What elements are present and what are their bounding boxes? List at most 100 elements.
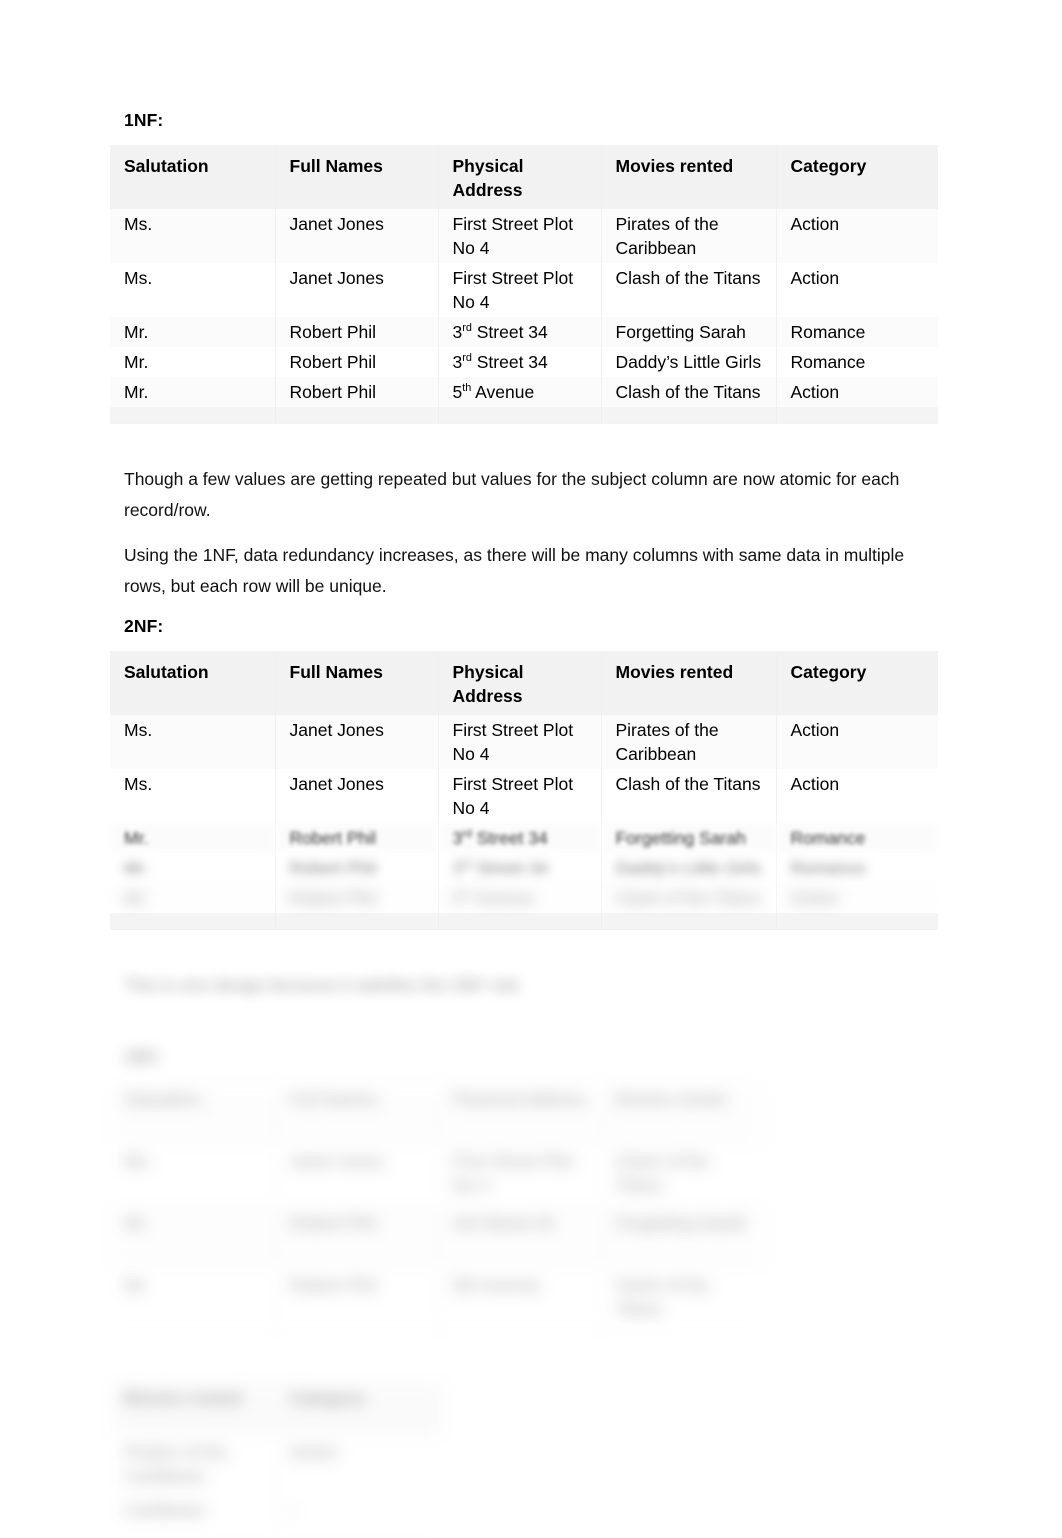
table-row: Caribbean -	[110, 1493, 445, 1538]
address-number: 3	[452, 858, 463, 878]
column-header-physical-address: Physical Address	[438, 651, 602, 715]
address-number: 5	[452, 382, 463, 402]
address-street: Street 34	[471, 858, 548, 878]
cell-salutation: Mr.	[110, 853, 276, 883]
cell-col-4: Clash of the Titans	[601, 1268, 768, 1331]
address-street: Avenue	[471, 888, 535, 908]
cell-movies-rented: Forgetting Sarah	[601, 317, 777, 347]
cell-physical-address: First Street Plot No 4	[438, 769, 602, 823]
document-page: 1NF: Salutation Full Names Physical Addr…	[0, 0, 1062, 1538]
column-header-physical-address: Physical Address	[438, 145, 602, 209]
column-header-category: Category	[275, 1381, 445, 1435]
cell-category: Romance	[776, 853, 938, 883]
address-line-1: First Street Plot	[452, 774, 574, 794]
address-ordinal-suffix: rd	[462, 858, 472, 871]
table-category-obscured: Movies rented Category Pirates of the Ca…	[110, 1381, 445, 1538]
paragraph-atomic-values: Though a few values are getting repeated…	[124, 469, 900, 520]
document-content: 1NF: Salutation Full Names Physical Addr…	[110, 110, 940, 1538]
cell-category: Action	[776, 769, 938, 823]
column-header-category: Category	[776, 145, 938, 209]
cell-col-3: Physical Address	[438, 1082, 602, 1144]
cell-movies-rented: Daddy’s Little Girls	[601, 853, 777, 883]
table-header-row: Movies rented Category	[110, 1381, 445, 1435]
cell-movies-rented: Pirates of the Caribbean	[601, 209, 777, 263]
table-header-row: Salutation Full Names Physical Address M…	[110, 651, 938, 715]
cell-category: Romance	[776, 823, 938, 853]
table-row: Pirates of the Caribbean Action	[110, 1435, 445, 1493]
address-ordinal-suffix: rd	[462, 828, 472, 841]
heading-3nf-obscured: 3NF:	[124, 1047, 164, 1067]
cell-salutation: Ms.	[110, 769, 276, 823]
cell-movies-rented: Clash of the Titans	[601, 769, 777, 823]
cell-col-3: 3rd Street 34	[438, 1206, 602, 1268]
paragraph-redundancy: Using the 1NF, data redundancy increases…	[124, 545, 905, 596]
cell-category: Action	[776, 377, 938, 407]
cell-movies-rented: Forgetting Sarah	[601, 823, 777, 853]
movie-line-2: Caribbean	[615, 238, 697, 258]
address-ordinal-suffix: th	[462, 888, 472, 901]
movie-line-2: Caribbean	[615, 744, 697, 764]
address-ordinal-suffix: rd	[462, 322, 472, 335]
table-row: Ms. Janet Jones First Street Plot No 4 P…	[110, 715, 938, 769]
cell-salutation: Mr.	[110, 377, 276, 407]
address-line-2: No 4	[452, 744, 490, 764]
cell-physical-address: 5th Avenue	[438, 883, 602, 913]
table-header-row: Salutation Full Names Physical Address M…	[110, 145, 938, 209]
column-header-salutation: Salutation	[110, 651, 276, 715]
table-row: Ms. Janet Jones First Street Plot No 4 P…	[110, 209, 938, 263]
cell-full-names: Robert Phil	[275, 883, 439, 913]
column-header-category: Category	[776, 651, 938, 715]
table-row: Mr. Robert Phil 3rd Street 34 Forgetting…	[110, 823, 938, 853]
address-ordinal-suffix: rd	[462, 352, 472, 365]
cell-full-names: Janet Jones	[275, 209, 439, 263]
cell-col-2: Janet Jones	[275, 1144, 439, 1206]
table-bottom-spacer	[110, 913, 938, 930]
cell-col-2: Action	[275, 1435, 445, 1493]
cell-full-names: Janet Jones	[275, 715, 439, 769]
table-row: Mr. Robert Phil 5th Avenue Clash of the …	[110, 883, 938, 913]
cell-salutation: Ms.	[110, 209, 276, 263]
movie-line-1: Pirates of the	[615, 214, 719, 234]
column-header-full-names: Full Names	[275, 651, 439, 715]
address-street: Street 34	[471, 352, 548, 372]
address-line-1: First Street Plot	[452, 214, 574, 234]
cell-physical-address: 5th Avenue	[438, 377, 602, 407]
address-ordinal-suffix: th	[462, 382, 472, 395]
column-header-movies-rented: Movies rented	[601, 145, 777, 209]
table-row: Ms. Janet Jones First Street Plot No 4 C…	[110, 263, 938, 317]
table-row: Mr. Robert Phil 5th Avenue Clash of the …	[110, 1268, 768, 1331]
cell-col-3: 5th Avenue	[438, 1268, 602, 1331]
cell-full-names: Janet Jones	[275, 263, 439, 317]
cell-col-4: Movies rented	[601, 1082, 768, 1144]
cell-col-2: Robert Phil	[275, 1268, 439, 1331]
cell-salutation: Mr.	[110, 823, 276, 853]
heading-1nf: 1NF:	[124, 110, 164, 130]
cell-full-names: Robert Phil	[275, 823, 439, 853]
cell-col-4: Forgetting Sarah	[601, 1206, 768, 1268]
address-line-1: First Street Plot	[452, 268, 574, 288]
column-header-salutation: Salutation	[110, 145, 276, 209]
cell-col-2: Robert Phil	[275, 1206, 439, 1268]
cell-col-1: Caribbean	[110, 1493, 276, 1538]
cell-full-names: Robert Phil	[275, 377, 439, 407]
movie-line-1: Pirates of the	[615, 720, 719, 740]
address-number: 3	[452, 322, 463, 342]
cell-col-1: Salutation	[110, 1082, 276, 1144]
cell-category: Action	[776, 263, 938, 317]
cell-full-names: Robert Phil	[275, 317, 439, 347]
cell-physical-address: First Street Plot No 4	[438, 715, 602, 769]
cell-physical-address: First Street Plot No 4	[438, 209, 602, 263]
cell-salutation: Mr.	[110, 347, 276, 377]
cell-col-3: First Street Plot No 4	[438, 1144, 602, 1206]
table-row: Mr. Robert Phil 3rd Street 34 Forgetting…	[110, 317, 938, 347]
column-header-full-names: Full Names	[275, 145, 439, 209]
cell-physical-address: 3rd Street 34	[438, 853, 602, 883]
cell-physical-address: 3rd Street 34	[438, 823, 602, 853]
address-line-1: First Street Plot	[452, 720, 574, 740]
address-line-2: No 4	[452, 238, 490, 258]
cell-col-2: Full Names	[275, 1082, 439, 1144]
cell-col-2: -	[275, 1493, 445, 1538]
cell-col-4: Clash of the Titans	[601, 1144, 768, 1206]
